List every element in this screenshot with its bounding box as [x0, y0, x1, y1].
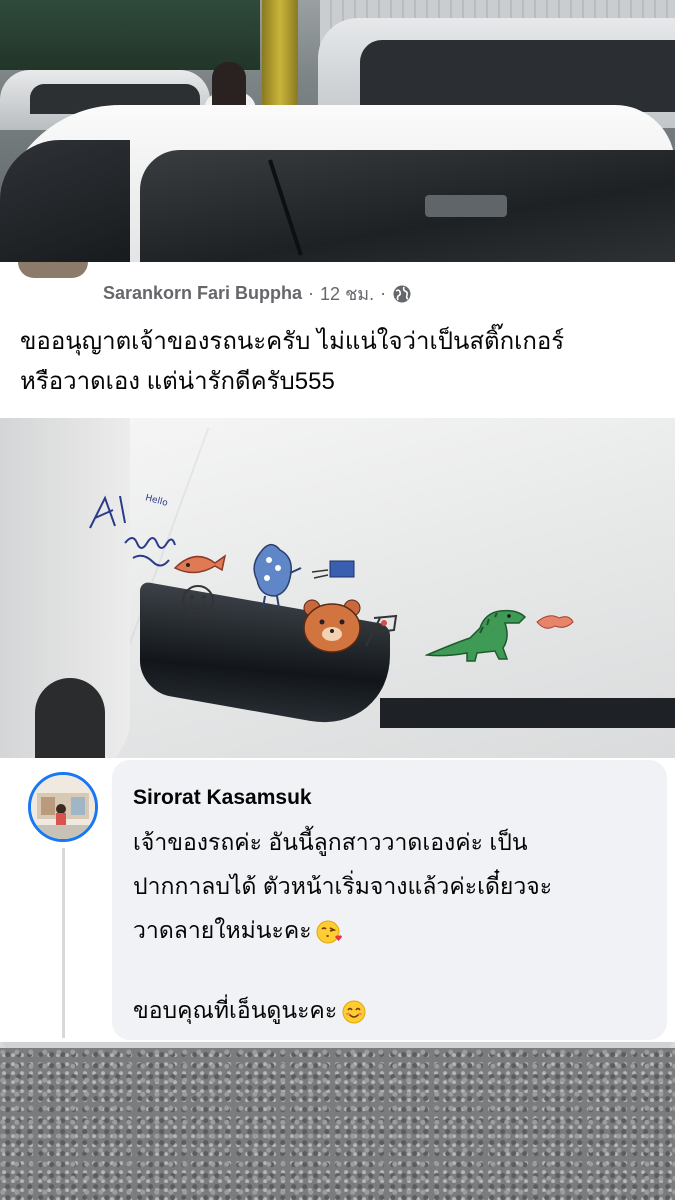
globe-icon	[393, 285, 411, 302]
smiling-face-icon	[342, 1000, 366, 1024]
gravel-ground	[0, 1048, 675, 1200]
meta-separator-2: ·	[380, 283, 387, 303]
smiley-doodle	[182, 585, 214, 617]
fire-doodle	[536, 615, 574, 629]
fish-doodle	[173, 554, 227, 574]
meta-separator: ·	[308, 283, 315, 303]
dinosaur-doodle	[425, 609, 527, 662]
post-text-line: หรือวาดเอง แต่น่ารักดีครับ555	[20, 368, 335, 395]
grille	[380, 698, 675, 728]
face-blowing-kiss-icon	[316, 920, 342, 944]
comment-line: เจ้าของรถค่ะ อันนี้ลูกสาววาดเองค่ะ เป็น	[133, 829, 528, 855]
side-window	[0, 140, 130, 262]
comment-line-with-emoji: ขอบคุณที่เอ็นดูนะคะ	[133, 988, 653, 1032]
hedge	[0, 0, 260, 70]
windshield	[140, 150, 675, 262]
comment-thread-line	[62, 848, 65, 1038]
post-author-name[interactable]: Sarankorn Fari Buppha	[103, 283, 302, 304]
comment-line-with-emoji: วาดลายใหม่นะคะ	[133, 908, 653, 952]
post-text-line: ขออนุญาตเจ้าของรถนะครับ ไม่แน่ใจว่าเป็นส…	[20, 328, 565, 355]
top-photo	[0, 0, 675, 262]
comment-line: ปากกาลบได้ ตัวหน้าเริ่มจางแล้วค่ะเดี๋ยวจ…	[133, 873, 553, 899]
comment-line: วาดลายใหม่นะคะ	[133, 917, 312, 943]
commenter-name[interactable]: Sirorat Kasamsuk	[133, 786, 312, 810]
suv-window	[360, 40, 675, 112]
flag-doodle	[311, 560, 355, 579]
comment-paragraph-gap	[133, 952, 653, 988]
comment-text: เจ้าของรถค่ะ อันนี้ลูกสาววาดเองค่ะ เป็น …	[133, 820, 653, 1032]
monster-doodle	[253, 544, 302, 609]
post-text: ขออนุญาตเจ้าของรถนะครับ ไม่แน่ใจว่าเป็นส…	[20, 322, 660, 402]
comment-line: ขอบคุณที่เอ็นดูนะคะ	[133, 997, 338, 1023]
yellow-pole	[262, 0, 298, 110]
commenter-avatar[interactable]	[28, 772, 98, 842]
avatar-photo	[31, 775, 95, 839]
post-meta: Sarankorn Fari Buppha · 12 ชม. ·	[103, 279, 412, 308]
rearview-mirror	[425, 195, 507, 217]
post-author-avatar[interactable]	[18, 262, 88, 278]
bear-doodle	[303, 599, 398, 653]
person-head	[212, 62, 246, 110]
post-timestamp[interactable]: 12 ชม.	[320, 279, 374, 308]
